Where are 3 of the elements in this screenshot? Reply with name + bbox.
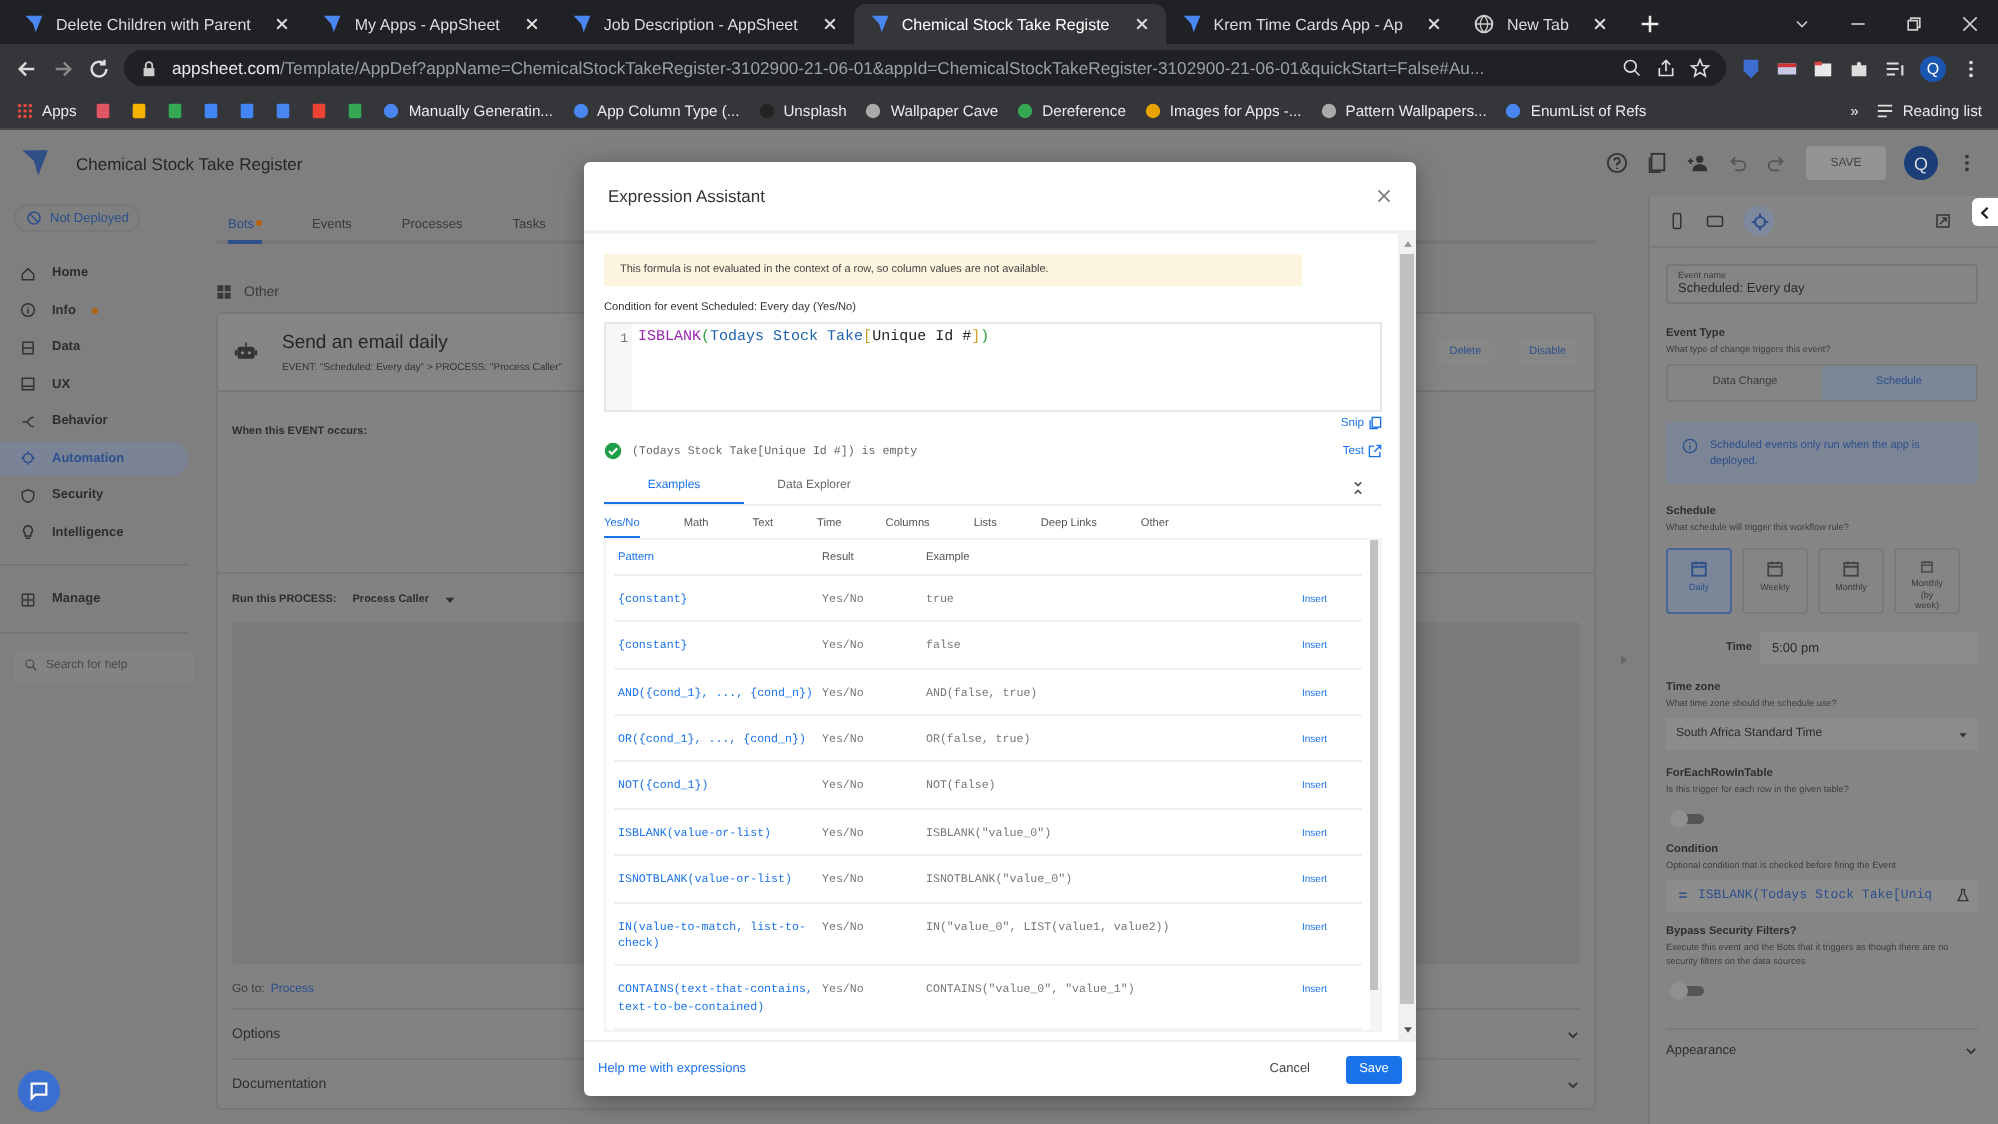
bot-name: Send an email daily <box>282 331 450 353</box>
app-title: Chemical Stock Take Register <box>76 153 303 173</box>
dialog-title: Expression Assistant <box>608 186 765 206</box>
